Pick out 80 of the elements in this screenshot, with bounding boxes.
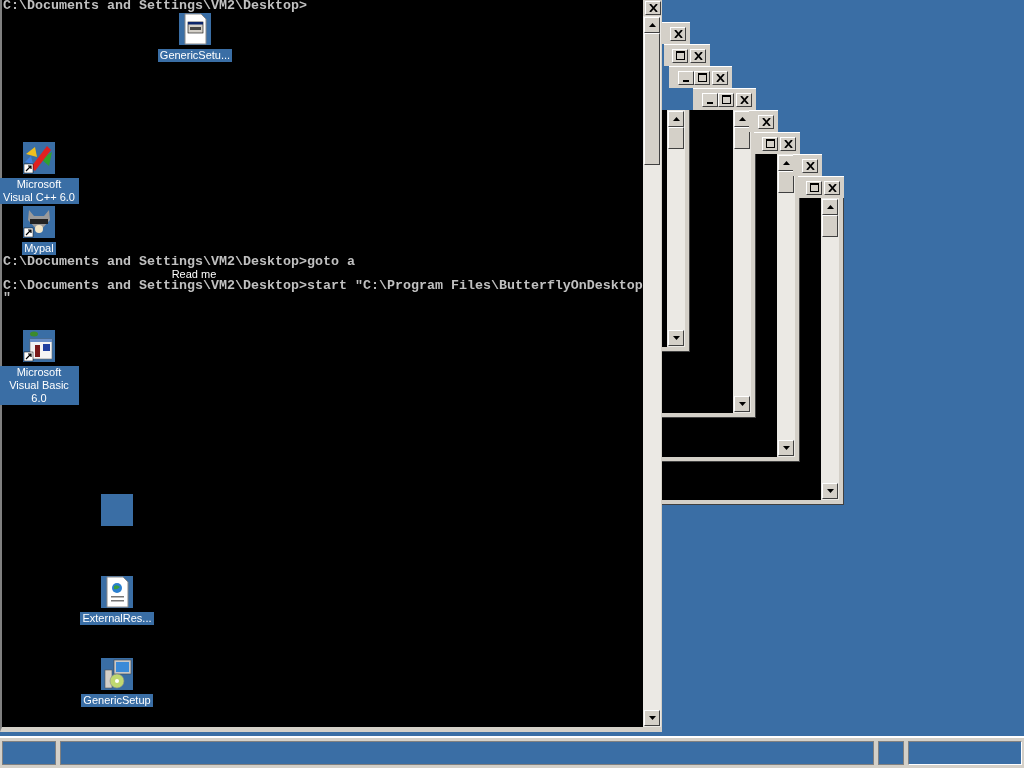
- close-icon: [761, 117, 771, 126]
- close-button[interactable]: [645, 1, 662, 15]
- console-line: C:\Documents and Settings\VM2\Desktop>start "C:\Program Files\ButterflyOnDesktop: [3, 280, 643, 292]
- close-button[interactable]: [780, 136, 796, 151]
- blank-icon: [101, 494, 133, 526]
- close-icon: [805, 161, 815, 170]
- down-arrow-icon: [826, 489, 834, 493]
- up-arrow-icon: [782, 161, 790, 165]
- close-icon: [693, 51, 703, 60]
- console-line: ": [3, 292, 11, 304]
- icon-label[interactable]: Read me: [169, 268, 219, 281]
- scroll-up-button[interactable]: [644, 17, 661, 33]
- close-button[interactable]: [712, 70, 728, 85]
- close-button[interactable]: [802, 158, 818, 173]
- icon-label[interactable]: GenericSetu...: [157, 49, 233, 62]
- start-button[interactable]: [2, 741, 56, 765]
- close-icon: [783, 139, 793, 148]
- scrollbar[interactable]: [733, 110, 751, 413]
- minimize-icon: [683, 80, 689, 82]
- maximize-button[interactable]: [806, 180, 822, 195]
- minimize-button[interactable]: [678, 70, 694, 85]
- down-arrow-icon: [672, 336, 680, 340]
- close-button[interactable]: [690, 48, 706, 63]
- maximize-icon: [697, 73, 707, 82]
- scroll-thumb[interactable]: [668, 127, 684, 149]
- icon-label[interactable]: ExternalRes...: [80, 612, 154, 625]
- maximize-icon: [765, 139, 775, 148]
- scroll-thumb[interactable]: [734, 127, 750, 149]
- scroll-down-button[interactable]: [778, 440, 794, 456]
- scrollbar[interactable]: [643, 16, 662, 727]
- icon-label[interactable]: Mypal: [22, 242, 56, 255]
- scroll-thumb[interactable]: [822, 215, 838, 237]
- setup-icon: [101, 658, 133, 690]
- up-arrow-icon: [648, 23, 656, 27]
- maximize-icon: [809, 183, 819, 192]
- close-icon: [739, 95, 749, 104]
- scroll-down-button[interactable]: [644, 710, 661, 726]
- icon-label[interactable]: GenericSetup: [81, 694, 153, 707]
- web-document-icon: [101, 576, 133, 608]
- program-file-icon: [179, 13, 211, 45]
- scrollbar[interactable]: [821, 198, 839, 500]
- close-icon: [827, 183, 837, 192]
- scroll-up-button[interactable]: [668, 111, 684, 127]
- up-arrow-icon: [826, 205, 834, 209]
- scrollbar[interactable]: [667, 110, 685, 347]
- maximize-button[interactable]: [672, 48, 688, 63]
- maximize-icon: [675, 51, 685, 60]
- scroll-up-button[interactable]: [734, 111, 750, 127]
- close-button[interactable]: [758, 114, 774, 129]
- maximize-button[interactable]: [718, 92, 734, 107]
- maximize-button[interactable]: [694, 70, 710, 85]
- console-line: C:\Documents and Settings\VM2\Desktop>: [3, 0, 307, 12]
- studio-app-icon: [23, 142, 55, 174]
- up-arrow-icon: [672, 117, 680, 121]
- down-arrow-icon: [648, 716, 656, 720]
- down-arrow-icon: [738, 402, 746, 406]
- up-arrow-icon: [738, 117, 746, 121]
- icon-label[interactable]: Microsoft Visual C++ 6.0: [0, 178, 79, 204]
- scroll-up-button[interactable]: [778, 155, 794, 171]
- scroll-down-button[interactable]: [822, 483, 838, 499]
- scroll-thumb[interactable]: [644, 33, 661, 165]
- close-button[interactable]: [824, 180, 840, 195]
- scroll-down-button[interactable]: [668, 330, 684, 346]
- scroll-thumb[interactable]: [778, 171, 794, 193]
- close-button[interactable]: [736, 92, 752, 107]
- minimize-icon: [707, 102, 713, 104]
- scroll-down-button[interactable]: [734, 396, 750, 412]
- console-line: C:\Documents and Settings\VM2\Desktop>goto a: [3, 256, 355, 268]
- maximize-button[interactable]: [762, 136, 778, 151]
- scrollbar[interactable]: [777, 154, 795, 457]
- minimize-button[interactable]: [702, 92, 718, 107]
- icon-label[interactable]: Microsoft Visual Basic 6.0: [0, 366, 79, 405]
- basic-app-icon: [23, 330, 55, 362]
- close-icon: [673, 29, 683, 38]
- close-button[interactable]: [670, 26, 686, 41]
- close-icon: [648, 4, 658, 12]
- maximize-icon: [721, 95, 731, 104]
- down-arrow-icon: [782, 446, 790, 450]
- close-icon: [715, 73, 725, 82]
- scroll-up-button[interactable]: [822, 199, 838, 215]
